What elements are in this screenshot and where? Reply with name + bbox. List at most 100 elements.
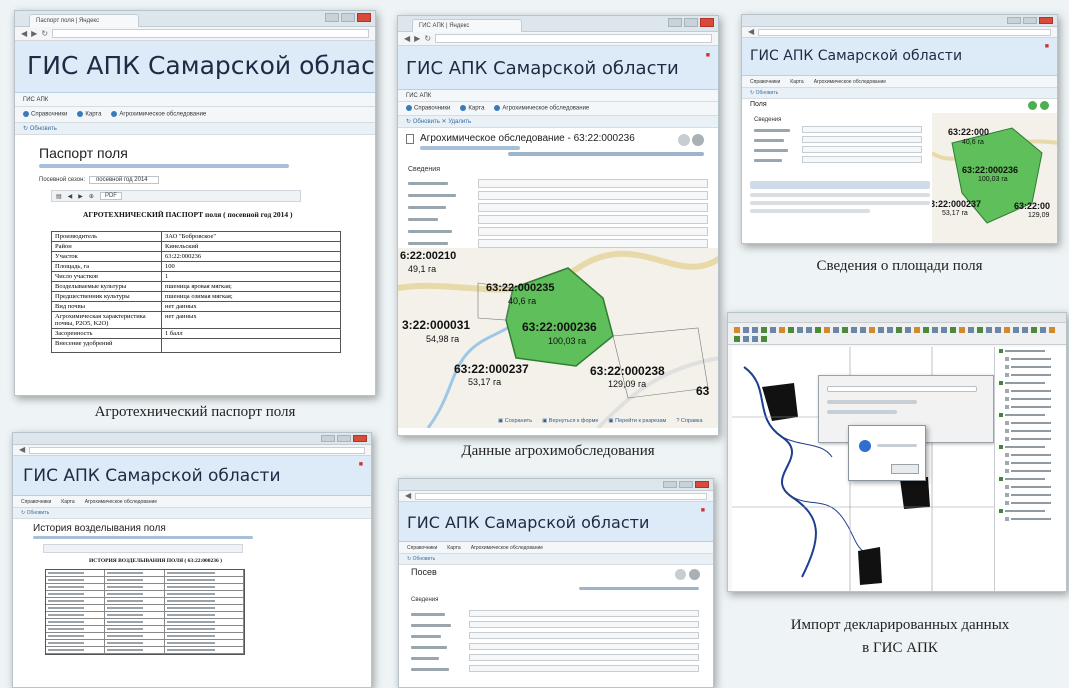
- season-select[interactable]: посевной год 2014: [89, 176, 160, 184]
- minimize-button[interactable]: [663, 481, 677, 488]
- menu-item-directories[interactable]: Справочники: [406, 105, 450, 112]
- menu-item-agrochem[interactable]: Агрохимическое обследование: [814, 79, 886, 85]
- tool-icon[interactable]: [887, 327, 893, 333]
- layer-item[interactable]: [995, 483, 1066, 491]
- back-icon[interactable]: ◀: [19, 446, 25, 454]
- maximize-button[interactable]: [684, 18, 698, 27]
- form-field[interactable]: [478, 239, 708, 248]
- menu-item-directories[interactable]: Справочники: [23, 111, 67, 118]
- layer-item[interactable]: [995, 411, 1066, 419]
- minimize-button[interactable]: [325, 13, 339, 22]
- ok-button[interactable]: [891, 464, 919, 474]
- back-icon[interactable]: ◀: [21, 29, 27, 38]
- layer-item[interactable]: [995, 507, 1066, 515]
- page-next-icon[interactable]: ▶: [78, 193, 83, 200]
- menu-item-map[interactable]: Карта: [460, 105, 484, 112]
- tool-icon[interactable]: [905, 327, 911, 333]
- form-field[interactable]: [478, 179, 708, 188]
- ok-icon[interactable]: [1028, 101, 1037, 110]
- layer-item[interactable]: [995, 419, 1066, 427]
- layer-item[interactable]: [995, 403, 1066, 411]
- layer-checkbox[interactable]: [1005, 501, 1009, 505]
- reload-icon[interactable]: ↻: [41, 29, 48, 38]
- layer-item[interactable]: [995, 379, 1066, 387]
- settings-icon[interactable]: [689, 569, 700, 580]
- refresh-link[interactable]: ↻ Обновить: [399, 554, 713, 565]
- tool-icon[interactable]: [995, 327, 1001, 333]
- tool-icon[interactable]: [860, 327, 866, 333]
- back-icon[interactable]: ◀: [404, 34, 410, 43]
- layer-item[interactable]: [995, 371, 1066, 379]
- menu-item-map[interactable]: Карта: [790, 79, 803, 85]
- refresh-link[interactable]: ↻ Обновить: [742, 88, 1057, 99]
- tool-icon[interactable]: [869, 327, 875, 333]
- cancel-icon[interactable]: [1040, 101, 1049, 110]
- maximize-button[interactable]: [341, 13, 355, 22]
- layer-checkbox[interactable]: [1005, 493, 1009, 497]
- menu-item-agrochem[interactable]: Агрохимическое обследование: [471, 545, 543, 551]
- layer-item[interactable]: [995, 451, 1066, 459]
- menu-item-map[interactable]: Карта: [77, 111, 101, 118]
- close-button[interactable]: [700, 18, 714, 27]
- tool-icon[interactable]: [815, 327, 821, 333]
- menu-item-directories[interactable]: Справочники: [750, 79, 780, 85]
- close-button[interactable]: [695, 481, 709, 488]
- tool-icon[interactable]: [932, 327, 938, 333]
- back-icon[interactable]: ◀: [405, 492, 411, 500]
- tool-icon[interactable]: [833, 327, 839, 333]
- exit-icon[interactable]: ■: [701, 507, 705, 514]
- tool-icon[interactable]: [734, 336, 740, 342]
- layer-checkbox[interactable]: [1005, 429, 1009, 433]
- close-form-icon[interactable]: [675, 569, 686, 580]
- minimize-button[interactable]: [1007, 17, 1021, 24]
- tool-icon[interactable]: [986, 327, 992, 333]
- menu-item-map[interactable]: Карта: [447, 545, 460, 551]
- tool-icon[interactable]: [779, 327, 785, 333]
- maximize-button[interactable]: [679, 481, 693, 488]
- browser-tab[interactable]: Паспорт поля | Яндекс: [29, 14, 139, 27]
- area-map[interactable]: 63:22:000 40,6 га 63:22:000236 100,03 га…: [932, 113, 1057, 243]
- tool-icon[interactable]: [842, 327, 848, 333]
- tool-icon[interactable]: [896, 327, 902, 333]
- layer-checkbox[interactable]: [999, 509, 1003, 513]
- tool-icon[interactable]: [968, 327, 974, 333]
- refresh-link[interactable]: ↻ Обновить ✕ Удалить: [398, 116, 718, 128]
- layer-checkbox[interactable]: [1005, 357, 1009, 361]
- tool-icon[interactable]: [923, 327, 929, 333]
- layer-item[interactable]: [995, 475, 1066, 483]
- tool-icon[interactable]: [1013, 327, 1019, 333]
- layer-checkbox[interactable]: [1005, 421, 1009, 425]
- layer-checkbox[interactable]: [1005, 365, 1009, 369]
- layer-checkbox[interactable]: [1005, 405, 1009, 409]
- tool-icon[interactable]: [824, 327, 830, 333]
- tool-icon[interactable]: [752, 336, 758, 342]
- tool-icon[interactable]: [851, 327, 857, 333]
- form-field[interactable]: [478, 215, 708, 224]
- tool-icon[interactable]: [914, 327, 920, 333]
- form-field[interactable]: [802, 146, 922, 153]
- form-field[interactable]: [802, 126, 922, 133]
- url-field[interactable]: [415, 492, 707, 500]
- maximize-button[interactable]: [1023, 17, 1037, 24]
- export-format[interactable]: PDF: [99, 192, 122, 200]
- tool-icon[interactable]: [752, 327, 758, 333]
- close-button[interactable]: [353, 435, 367, 442]
- layer-checkbox[interactable]: [1005, 437, 1009, 441]
- form-field[interactable]: [469, 643, 699, 650]
- tool-icon[interactable]: [950, 327, 956, 333]
- tool-icon[interactable]: [1049, 327, 1055, 333]
- refresh-link[interactable]: ↻ Обновить: [13, 508, 371, 519]
- close-button[interactable]: [1039, 17, 1053, 24]
- form-field[interactable]: [469, 665, 699, 672]
- layer-checkbox[interactable]: [999, 477, 1003, 481]
- layer-item[interactable]: [995, 515, 1066, 523]
- browser-tab[interactable]: ГИС АПК | Яндекс: [412, 19, 522, 32]
- tool-icon[interactable]: [761, 336, 767, 342]
- tool-icon[interactable]: [743, 336, 749, 342]
- layer-checkbox[interactable]: [1005, 397, 1009, 401]
- layer-checkbox[interactable]: [1005, 453, 1009, 457]
- layer-checkbox[interactable]: [999, 381, 1003, 385]
- menu-item-agrochem[interactable]: Агрохимическое обследование: [111, 111, 206, 118]
- layer-item[interactable]: [995, 355, 1066, 363]
- map-action[interactable]: ▣ Вернуться к форме: [542, 418, 598, 424]
